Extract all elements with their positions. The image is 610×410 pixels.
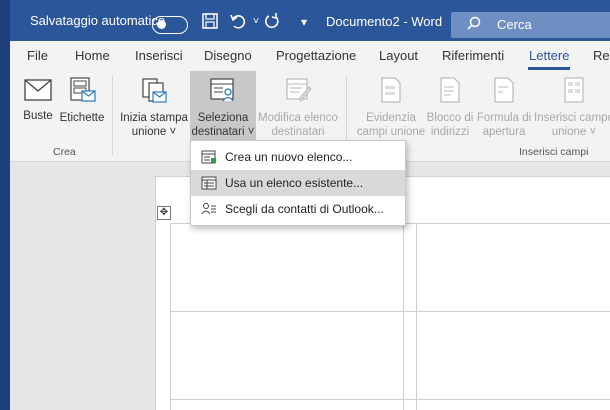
group-label-inserisci-campi: Inserisci campi	[519, 146, 589, 158]
labels-icon	[70, 77, 96, 102]
active-tab-indicator	[528, 67, 570, 70]
search-icon	[467, 16, 481, 30]
etichette-button[interactable]: Etichette	[58, 77, 106, 125]
tab-disegno[interactable]: Disegno	[204, 48, 252, 63]
menu-label: Crea un nuovo elenco...	[225, 150, 353, 164]
blocco-indirizzi-button[interactable]: Blocco di indirizzi	[424, 77, 476, 139]
inizia-stampa-unione-button[interactable]: Inizia stampa unione ˅	[118, 77, 190, 139]
etichette-label: Etichette	[59, 112, 105, 124]
inserisci-campo-unione-button[interactable]: Inserisci campo unione ˅	[532, 77, 610, 139]
table-move-handle-icon[interactable]: ✥	[157, 206, 171, 220]
customize-toolbar-icon[interactable]: ▾	[294, 12, 314, 32]
evidenzia-line1: Evidenzia	[366, 112, 416, 124]
formula-line1: Formula di	[476, 112, 532, 124]
word-window: Salvataggio automatico ˅ ▾ Documento2 - …	[10, 0, 610, 410]
existing-list-icon	[201, 176, 217, 190]
table-gridline	[416, 223, 417, 410]
desktop-edge	[0, 0, 10, 410]
blocco-line1: Blocco di	[426, 112, 474, 124]
table-gridline	[170, 399, 610, 400]
inizia-stampa-line2: unione ˅	[131, 126, 177, 138]
tab-progettazione[interactable]: Progettazione	[276, 48, 356, 63]
evidenzia-line2: campi unione	[356, 126, 426, 138]
edit-recipients-icon	[286, 78, 312, 102]
menu-item-contatti-outlook[interactable]: Scegli da contatti di Outlook...	[191, 196, 405, 222]
autosave-toggle[interactable]	[152, 16, 188, 34]
modifica-line2: destinatari	[271, 126, 325, 138]
menu-item-crea-nuovo-elenco[interactable]: Crea un nuovo elenco...	[191, 144, 405, 170]
modifica-line1: Modifica elenco	[258, 112, 338, 124]
seleziona-destinatari-button[interactable]: Seleziona destinatari ˅	[190, 77, 256, 139]
formula-line2: apertura	[482, 126, 526, 138]
highlight-fields-icon	[381, 77, 401, 103]
tab-riferimenti[interactable]: Riferimenti	[442, 48, 504, 63]
document-title: Documento2 - Word	[326, 14, 443, 29]
search-box[interactable]: Cerca	[451, 12, 610, 38]
greeting-line-icon	[494, 77, 514, 103]
buste-label: Buste	[23, 110, 53, 122]
tab-revisione[interactable]: Rev	[593, 48, 610, 63]
menu-label: Scegli da contatti di Outlook...	[225, 202, 384, 216]
title-bar: Salvataggio automatico ˅ ▾ Documento2 - …	[10, 0, 610, 41]
tab-lettere[interactable]: Lettere	[529, 48, 569, 63]
modifica-elenco-button[interactable]: Modifica elenco destinatari	[256, 77, 340, 139]
select-recipients-icon	[210, 78, 234, 102]
autosave-label: Salvataggio automatico	[30, 13, 166, 28]
table-gridline	[403, 223, 404, 410]
start-mail-merge-icon	[142, 78, 167, 103]
outlook-contacts-icon	[201, 203, 216, 215]
inserisci-campo-line2: unione ˅	[551, 126, 597, 138]
save-icon[interactable]	[200, 12, 220, 32]
insert-merge-field-icon	[564, 77, 584, 103]
tab-file[interactable]: File	[27, 48, 48, 63]
seleziona-line2: destinatari ˅	[191, 126, 255, 138]
envelope-icon	[24, 79, 52, 101]
tab-home[interactable]: Home	[75, 48, 110, 63]
seleziona-destinatari-menu: Crea un nuovo elenco... Usa un elenco es…	[190, 140, 406, 226]
group-separator	[112, 75, 113, 155]
redo-icon[interactable]	[262, 12, 282, 32]
seleziona-line1: Seleziona	[197, 112, 249, 124]
formula-apertura-button[interactable]: Formula di apertura	[474, 77, 534, 139]
inizia-stampa-line1: Inizia stampa	[120, 112, 188, 124]
menu-label: Usa un elenco esistente...	[225, 176, 364, 190]
buste-button[interactable]: Buste	[18, 79, 58, 123]
address-block-icon	[440, 77, 460, 103]
table-gridline	[170, 223, 171, 410]
tab-inserisci[interactable]: Inserisci	[135, 48, 183, 63]
menu-item-usa-elenco-esistente[interactable]: Usa un elenco esistente...	[191, 170, 405, 196]
new-list-icon	[201, 150, 216, 164]
search-placeholder: Cerca	[497, 17, 532, 32]
ribbon-tabs: File Home Inserisci Disegno Progettazion…	[10, 41, 610, 71]
undo-icon[interactable]	[228, 12, 248, 32]
evidenzia-campi-button[interactable]: Evidenzia campi unione	[356, 77, 426, 139]
tab-layout[interactable]: Layout	[379, 48, 418, 63]
group-label-crea: Crea	[53, 146, 76, 158]
table-gridline	[170, 311, 610, 312]
inserisci-campo-line1: Inserisci campo	[534, 112, 610, 124]
blocco-line2: indirizzi	[430, 126, 470, 138]
